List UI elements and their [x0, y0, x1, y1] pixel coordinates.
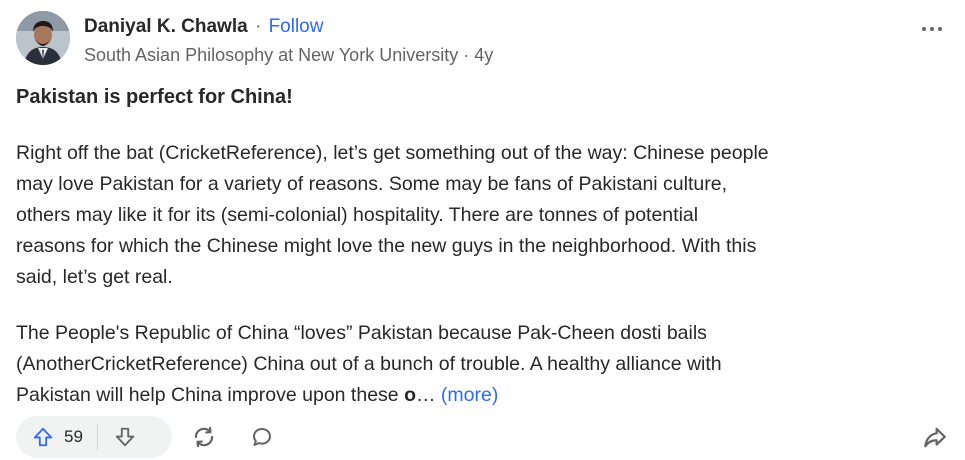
vote-pill: 59 — [16, 416, 172, 458]
author-credential: South Asian Philosophy at New York Unive… — [84, 45, 494, 65]
action-bar: 59 — [16, 416, 951, 460]
more-dot — [938, 27, 942, 31]
post-title[interactable]: Pakistan is perfect for China! — [16, 84, 293, 110]
share-arrow-icon — [924, 427, 946, 448]
comment-bubble-icon — [253, 428, 271, 446]
post-header: Daniyal K. Chawla · Follow South Asian P… — [16, 9, 951, 69]
share-button[interactable] — [919, 421, 951, 453]
downvote-button[interactable] — [98, 416, 152, 458]
author-avatar[interactable] — [16, 11, 70, 65]
text-line: Right off the bat (CricketReference), le… — [16, 142, 769, 164]
upvote-arrow-icon — [33, 427, 53, 447]
ellipsis: … — [415, 384, 436, 406]
reshare-button[interactable] — [188, 421, 220, 453]
author-name[interactable]: Daniyal K. Chawla — [84, 16, 248, 37]
truncated-text: Pakistan will help China improve upon th… — [16, 384, 405, 406]
downvote-arrow-icon — [115, 427, 135, 447]
reshare-icon — [194, 426, 214, 448]
more-options-button[interactable] — [917, 19, 947, 39]
avatar-portrait-icon — [16, 11, 70, 65]
text-line: reasons for which the Chinese might love… — [16, 235, 757, 257]
paragraph-2: The People's Republic of China “loves” P… — [16, 318, 951, 411]
text-line: (AnotherCricketReference) China out of a… — [16, 353, 722, 375]
answer-card: Daniyal K. Chawla · Follow South Asian P… — [0, 0, 965, 458]
read-more-link[interactable]: (more) — [441, 384, 498, 406]
more-dot — [922, 27, 926, 31]
comment-button[interactable] — [246, 421, 278, 453]
author-line: Daniyal K. Chawla · Follow — [84, 15, 323, 39]
text-line: others may like it for its (semi-colonia… — [16, 204, 699, 226]
separator-dot: · — [254, 16, 262, 37]
text-line: may love Pakistan for a variety of reaso… — [16, 173, 727, 195]
bold-text: o — [404, 384, 416, 406]
text-line-truncated: Pakistan will help China improve upon th… — [16, 380, 951, 411]
paragraph-1: Right off the bat (CricketReference), le… — [16, 138, 951, 293]
more-dot — [930, 27, 934, 31]
post-body[interactable]: Right off the bat (CricketReference), le… — [16, 138, 951, 436]
text-line: said, let’s get real. — [16, 266, 173, 288]
upvote-count: 59 — [64, 427, 83, 446]
text-line: The People's Republic of China “loves” P… — [16, 322, 707, 344]
upvote-button[interactable]: 59 — [16, 416, 97, 458]
follow-button[interactable]: Follow — [269, 16, 324, 37]
